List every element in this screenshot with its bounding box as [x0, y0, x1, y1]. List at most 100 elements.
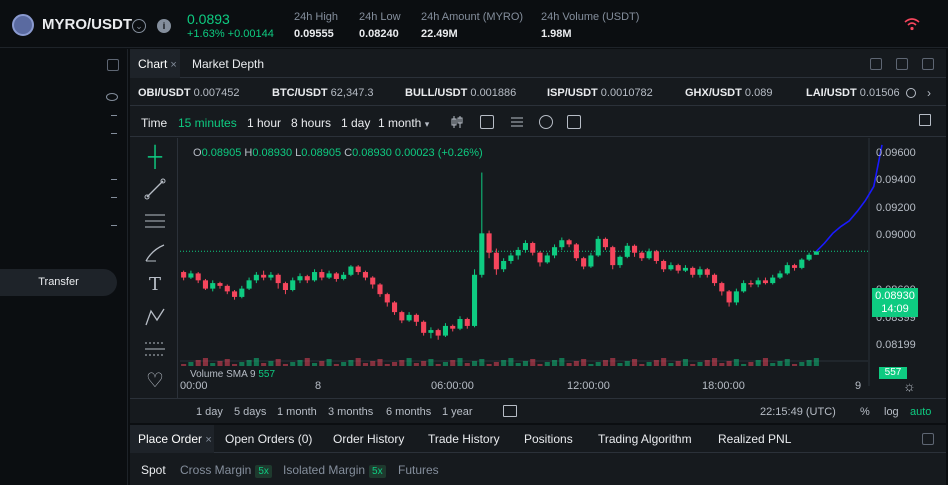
volume-bar	[719, 363, 725, 366]
pair-name[interactable]: MYRO/USDT	[42, 16, 132, 33]
go-to-date-icon[interactable]	[503, 405, 517, 417]
price-plot[interactable]: O0.08905 H0.08930 L0.08905 C0.08930 0.00…	[180, 138, 946, 423]
drawing-tools: ┼ T ♡	[130, 138, 178, 423]
tab-order-history[interactable]: Order History	[333, 432, 404, 446]
ticker-item[interactable]: BULL/USDT 0.001886	[405, 87, 516, 99]
candle-body	[588, 255, 594, 267]
candle-body	[508, 255, 514, 261]
percent-toggle[interactable]: %	[860, 406, 870, 418]
tab-trading-algorithm[interactable]: Trading Algorithm	[598, 432, 692, 446]
volume-bar	[544, 362, 550, 366]
mode-futures[interactable]: Futures	[398, 463, 439, 477]
candle-body	[697, 269, 703, 275]
tab-trade-history[interactable]: Trade History	[428, 432, 500, 446]
candlestick-chart[interactable]	[180, 138, 946, 423]
interval-1d[interactable]: 1 day	[341, 116, 370, 130]
popout-icon[interactable]	[107, 59, 119, 71]
ticker-item[interactable]: ISP/USDT 0.0010782	[547, 87, 653, 99]
info-icon[interactable]: i	[157, 19, 171, 33]
list-icon[interactable]	[510, 115, 524, 129]
stat-value: 0.08240	[359, 28, 399, 40]
volume-bar	[384, 364, 390, 366]
popout-icon[interactable]	[922, 58, 934, 70]
dash-placeholder	[111, 225, 117, 226]
interval-1h[interactable]: 1 hour	[247, 116, 281, 130]
volume-bar	[522, 361, 528, 366]
connection-signal-icon[interactable]	[904, 17, 920, 31]
chart-toolbar: Time 15 minutes 1 hour 8 hours 1 day 1 m…	[130, 107, 946, 137]
volume-bar	[792, 364, 798, 366]
auto-toggle[interactable]: auto	[910, 406, 931, 418]
dash-placeholder	[111, 115, 117, 116]
candle-body	[304, 276, 310, 281]
settings-icon[interactable]	[906, 88, 916, 98]
range-3m[interactable]: 3 months	[328, 406, 373, 418]
heart-icon[interactable]: ♡	[144, 370, 166, 392]
range-6m[interactable]: 6 months	[386, 406, 431, 418]
trendline-icon[interactable]	[144, 178, 166, 200]
tab-market-depth[interactable]: Market Depth	[192, 57, 264, 71]
dash-placeholder	[111, 179, 117, 180]
utc-clock[interactable]: 22:15:49 (UTC)	[760, 406, 836, 418]
range-bar: 1 day 5 days 1 month 3 months 6 months 1…	[130, 398, 946, 423]
close-icon[interactable]: ×	[170, 59, 176, 71]
candle-body	[428, 330, 434, 333]
chevron-down-icon[interactable]: ⌄	[132, 19, 146, 33]
range-1y[interactable]: 1 year	[442, 406, 473, 418]
volume-bar	[552, 360, 558, 366]
settings-gear-icon[interactable]	[539, 115, 553, 129]
eye-icon[interactable]	[106, 93, 118, 101]
tab-positions[interactable]: Positions	[524, 432, 573, 446]
y-tick: 0.08199	[876, 339, 916, 351]
mode-isolated-margin[interactable]: Isolated Margin 5x	[283, 463, 386, 478]
tab-place-order[interactable]: Place Order ×	[138, 432, 212, 446]
interval-time[interactable]: Time	[141, 116, 167, 130]
text-tool-icon[interactable]: T	[144, 274, 166, 296]
interval-15m[interactable]: 15 minutes	[178, 116, 237, 130]
range-5d[interactable]: 5 days	[234, 406, 266, 418]
tab-realized-pnl[interactable]: Realized PNL	[718, 432, 791, 446]
close-icon[interactable]: ×	[205, 434, 211, 446]
chevron-right-icon[interactable]: ›	[927, 86, 931, 100]
ticker-item[interactable]: BTC/USDT 62,347.3	[272, 87, 374, 99]
candles-type-icon[interactable]	[450, 115, 464, 129]
fullscreen-icon[interactable]	[896, 58, 908, 70]
candle-body	[370, 277, 376, 285]
candle-body	[719, 283, 725, 292]
popout-icon[interactable]	[922, 433, 934, 445]
volume-bar	[479, 359, 485, 366]
pattern-icon[interactable]	[144, 306, 166, 328]
tab-label: Chart	[138, 57, 168, 71]
candle-body	[806, 254, 812, 260]
tab-open-orders[interactable]: Open Orders (0)	[225, 432, 312, 446]
interval-8h[interactable]: 8 hours	[291, 116, 331, 130]
layout-icon[interactable]	[870, 58, 882, 70]
camera-icon[interactable]	[567, 115, 581, 129]
horizontal-lines-icon[interactable]	[144, 210, 166, 232]
log-toggle[interactable]: log	[884, 406, 899, 418]
candle-body	[813, 251, 819, 255]
range-1d[interactable]: 1 day	[196, 406, 223, 418]
candle-body	[726, 291, 732, 303]
ticker-item[interactable]: GHX/USDT 0.089	[685, 87, 772, 99]
range-1m[interactable]: 1 month	[277, 406, 317, 418]
brush-icon[interactable]	[144, 242, 166, 264]
axis-settings-icon[interactable]: ☼	[903, 378, 916, 394]
interval-1mo[interactable]: 1 month ▾	[378, 116, 429, 130]
volume-bar	[755, 360, 761, 366]
expand-icon[interactable]	[919, 114, 931, 126]
mode-cross-margin[interactable]: Cross Margin 5x	[180, 463, 272, 478]
mode-label: Isolated Margin	[283, 463, 366, 477]
crosshair-icon[interactable]: ┼	[144, 146, 166, 168]
ticker-strip: OBI/USDT 0.007452 BTC/USDT 62,347.3 BULL…	[130, 79, 946, 106]
tab-chart[interactable]: Chart ×	[138, 57, 177, 71]
mode-spot[interactable]: Spot	[141, 463, 166, 477]
measure-icon[interactable]	[144, 338, 166, 360]
ticker-item[interactable]: OBI/USDT 0.007452	[138, 87, 240, 99]
candle-body	[486, 233, 492, 253]
transfer-button[interactable]: Transfer	[0, 269, 117, 296]
indicators-icon[interactable]	[480, 115, 494, 129]
ticker-item[interactable]: LAI/USDT 0.01506	[806, 87, 900, 99]
volume-bar	[450, 360, 456, 366]
volume-bar	[275, 359, 281, 366]
